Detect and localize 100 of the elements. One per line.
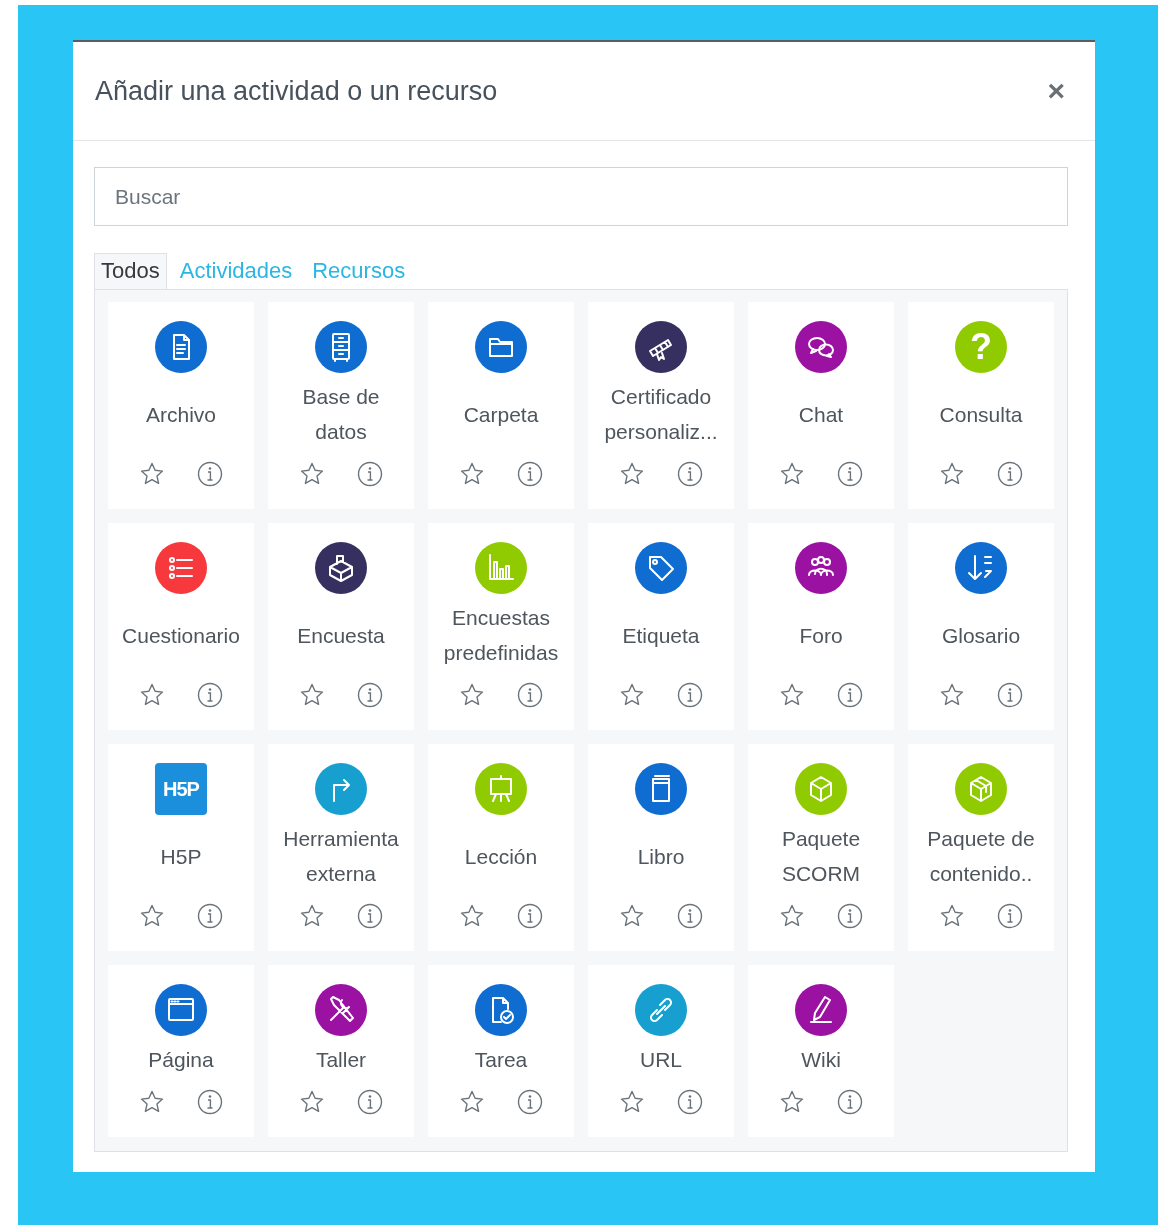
info-icon[interactable] [997, 682, 1023, 708]
star-icon[interactable] [459, 903, 485, 929]
info-icon[interactable] [677, 1089, 703, 1115]
activity-card[interactable]: Lección [428, 744, 574, 951]
activity-card[interactable]: Tarea [428, 965, 574, 1137]
info-icon[interactable] [517, 461, 543, 487]
dialog-title: Añadir una actividad o un recurso [95, 75, 498, 107]
info-icon[interactable] [837, 903, 863, 929]
activity-card[interactable]: URL [588, 965, 734, 1137]
info-icon[interactable] [837, 1089, 863, 1115]
info-icon[interactable] [677, 903, 703, 929]
document-icon [155, 321, 207, 373]
star-icon[interactable] [459, 1089, 485, 1115]
activity-name: Herramienta externa [282, 826, 400, 887]
activity-card[interactable]: Glosario [908, 523, 1054, 730]
tools-icon [315, 984, 367, 1036]
activity-card[interactable]: Herramienta externa [268, 744, 414, 951]
activity-name: Paquete de contenido.. [926, 826, 1036, 887]
info-icon[interactable] [357, 682, 383, 708]
info-icon[interactable] [517, 903, 543, 929]
star-icon[interactable] [299, 903, 325, 929]
star-icon[interactable] [139, 903, 165, 929]
activity-name: Chat [798, 401, 844, 428]
activity-name: Cuestionario [122, 622, 240, 649]
star-icon[interactable] [139, 682, 165, 708]
star-icon[interactable] [619, 1089, 645, 1115]
info-icon[interactable] [837, 682, 863, 708]
activity-name: Wiki [801, 1047, 841, 1073]
star-icon[interactable] [139, 1089, 165, 1115]
info-icon[interactable] [997, 461, 1023, 487]
info-icon[interactable] [677, 682, 703, 708]
star-icon[interactable] [939, 903, 965, 929]
activity-name: Paquete SCORM [780, 826, 862, 887]
folder-icon [475, 321, 527, 373]
activity-card[interactable]: Base de datos [268, 302, 414, 509]
info-icon[interactable] [357, 1089, 383, 1115]
star-icon[interactable] [619, 903, 645, 929]
star-icon[interactable] [459, 682, 485, 708]
info-icon[interactable] [677, 461, 703, 487]
info-icon[interactable] [357, 903, 383, 929]
activity-card[interactable]: Archivo [108, 302, 254, 509]
star-icon[interactable] [139, 461, 165, 487]
activity-card[interactable]: Paquete de contenido.. [908, 744, 1054, 951]
star-icon[interactable] [299, 1089, 325, 1115]
star-icon[interactable] [939, 461, 965, 487]
star-icon[interactable] [619, 682, 645, 708]
sort-icon [955, 542, 1007, 594]
activity-card[interactable]: Taller [268, 965, 414, 1137]
star-icon[interactable] [779, 682, 805, 708]
activity-card[interactable]: Cuestionario [108, 523, 254, 730]
activity-card[interactable]: Foro [748, 523, 894, 730]
activity-card[interactable]: Carpeta [428, 302, 574, 509]
star-icon[interactable] [779, 461, 805, 487]
star-icon[interactable] [619, 461, 645, 487]
star-icon[interactable] [459, 461, 485, 487]
pencil-icon [795, 984, 847, 1036]
star-icon[interactable] [779, 1089, 805, 1115]
info-icon[interactable] [517, 1089, 543, 1115]
close-button[interactable]: × [1041, 76, 1071, 106]
activity-name: Glosario [941, 622, 1021, 649]
info-icon[interactable] [517, 682, 543, 708]
info-icon[interactable] [997, 903, 1023, 929]
cube-icon [795, 763, 847, 815]
search-field[interactable]: Buscar [94, 167, 1068, 226]
info-icon[interactable] [197, 682, 223, 708]
activity-card[interactable]: ? Consulta [908, 302, 1054, 509]
activity-card[interactable]: Certificado personaliz... [588, 302, 734, 509]
activity-card[interactable]: Wiki [748, 965, 894, 1137]
star-icon[interactable] [299, 682, 325, 708]
activity-name: Encuestas predefinidas [442, 605, 560, 666]
activity-name: Lección [464, 843, 538, 870]
activity-card[interactable]: Etiqueta [588, 523, 734, 730]
activity-card[interactable]: Libro [588, 744, 734, 951]
info-icon[interactable] [197, 903, 223, 929]
cube-icon [955, 763, 1007, 815]
info-icon[interactable] [357, 461, 383, 487]
easel-icon [475, 763, 527, 815]
star-icon[interactable] [299, 461, 325, 487]
star-icon[interactable] [939, 682, 965, 708]
info-icon[interactable] [197, 461, 223, 487]
document-check-icon [475, 984, 527, 1036]
activity-card[interactable]: Paquete SCORM [748, 744, 894, 951]
chat-bubbles-icon [795, 321, 847, 373]
activity-name: Archivo [146, 401, 216, 428]
activity-card[interactable]: Página [108, 965, 254, 1137]
activity-name: Encuesta [297, 622, 385, 649]
activity-card[interactable]: Encuestas predefinidas [428, 523, 574, 730]
info-icon[interactable] [197, 1089, 223, 1115]
activity-name: Certificado personaliz... [603, 384, 719, 445]
tab[interactable]: Todos [94, 253, 167, 289]
star-icon[interactable] [779, 903, 805, 929]
ballot-box-icon [315, 542, 367, 594]
browser-window-icon [155, 984, 207, 1036]
activity-name: Tarea [474, 1047, 528, 1073]
activity-card[interactable]: Chat [748, 302, 894, 509]
info-icon[interactable] [837, 461, 863, 487]
activity-card[interactable]: H5P H5P [108, 744, 254, 951]
activity-card[interactable]: Encuesta [268, 523, 414, 730]
bar-chart-icon [475, 542, 527, 594]
activity-name: URL [640, 1047, 682, 1073]
